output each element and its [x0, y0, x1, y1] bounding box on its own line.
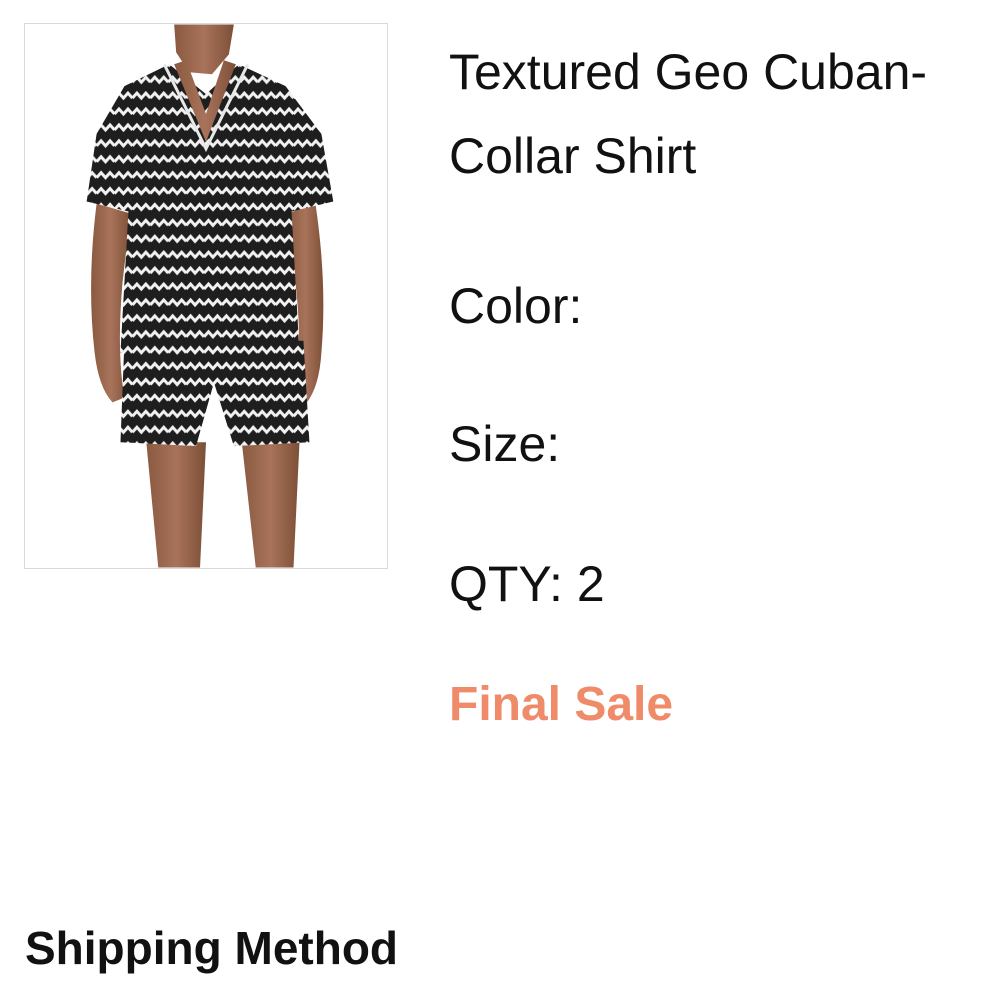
product-image[interactable] [24, 23, 388, 569]
product-photo-icon [25, 24, 387, 568]
qty-label: QTY: [449, 556, 563, 612]
product-size: Size: [449, 414, 574, 474]
product-title[interactable]: Textured Geo Cuban-Collar Shirt [449, 30, 994, 198]
product-color: Color: [449, 276, 596, 336]
order-item-page: Textured Geo Cuban-Collar Shirt Color: S… [0, 0, 1000, 1000]
final-sale-badge: Final Sale [449, 678, 674, 731]
product-quantity: QTY: 2 [449, 554, 605, 614]
size-label: Size: [449, 416, 561, 472]
color-label: Color: [449, 278, 583, 334]
shipping-method-heading: Shipping Method [25, 922, 399, 974]
qty-value: 2 [576, 556, 605, 612]
